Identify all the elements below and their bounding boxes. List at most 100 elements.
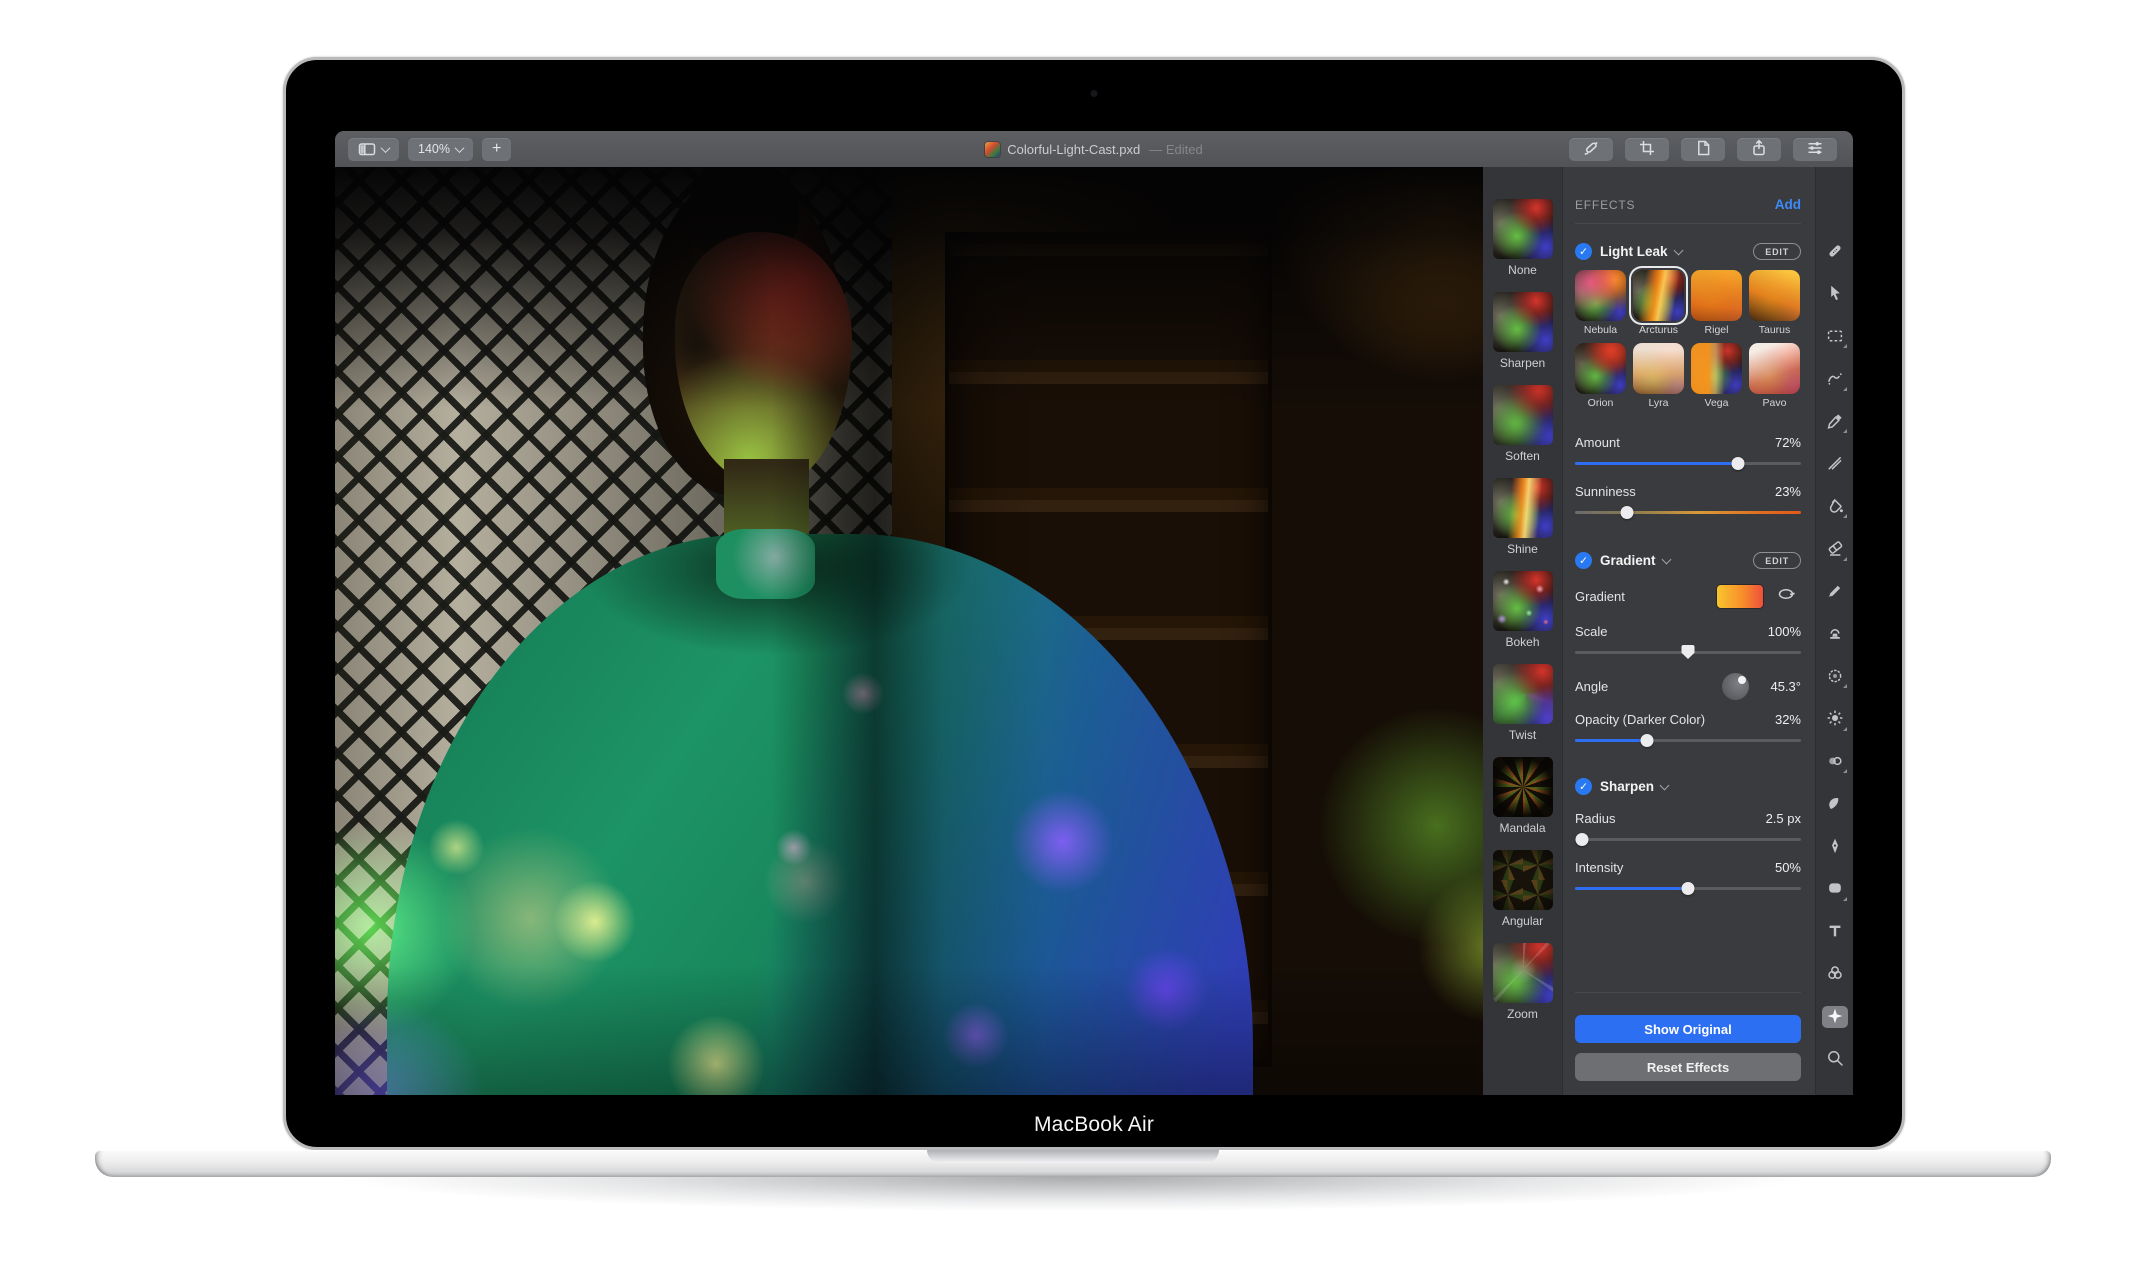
clone-icon <box>1826 624 1844 645</box>
preset-arcturus[interactable]: Arcturus <box>1633 270 1684 336</box>
slider-thumb[interactable] <box>1575 833 1589 846</box>
preset-nebula[interactable]: Nebula <box>1575 270 1626 336</box>
zoom-level-button[interactable]: 140% <box>408 137 473 161</box>
fill-tool[interactable] <box>1822 496 1848 518</box>
light-leak-title[interactable]: Light Leak <box>1600 244 1668 259</box>
pencil-tool[interactable] <box>1822 581 1848 603</box>
chevron-down-icon <box>1659 780 1670 790</box>
scale-label: Scale <box>1575 624 1608 639</box>
smudge-tool[interactable] <box>1822 794 1848 816</box>
macbook-air-device: 140% + Colorful-Light-Cast.pxd — Edited <box>0 0 2146 1280</box>
show-original-button[interactable]: Show Original <box>1575 1015 1801 1043</box>
new-document-button[interactable] <box>1681 137 1725 161</box>
sponge-icon <box>1826 752 1844 773</box>
zoom-tool[interactable] <box>1822 1049 1848 1071</box>
sunniness-slider[interactable] <box>1575 505 1801 519</box>
effect-thumbnail-none[interactable]: None <box>1492 199 1553 277</box>
sharpen-checkbox[interactable]: ✓ <box>1575 778 1592 795</box>
gradient-checkbox[interactable]: ✓ <box>1575 552 1592 569</box>
share-button[interactable] <box>1737 137 1781 161</box>
effect-thumbnail-bokeh[interactable]: Bokeh <box>1492 571 1553 649</box>
effect-thumbnail-twist[interactable]: Twist <box>1492 664 1553 742</box>
sharpen-section-header: ✓ Sharpen <box>1575 778 1801 795</box>
clone-tool[interactable] <box>1822 624 1848 646</box>
eraser-tool[interactable] <box>1822 539 1848 561</box>
effect-label: Bokeh <box>1505 635 1540 649</box>
effect-thumbnail-sharpen[interactable]: Sharpen <box>1492 292 1553 370</box>
intensity-value: 50% <box>1774 860 1801 875</box>
preset-taurus[interactable]: Taurus <box>1749 270 1800 336</box>
radius-label: Radius <box>1575 811 1616 826</box>
effect-preview <box>1492 478 1553 538</box>
photo-vignette <box>335 167 1483 1095</box>
effect-label: None <box>1508 263 1537 277</box>
angle-value: 45.3° <box>1770 679 1801 694</box>
pen-tool[interactable] <box>1822 836 1848 858</box>
gradient-swatch[interactable] <box>1717 585 1763 608</box>
sponge-tool[interactable] <box>1822 751 1848 773</box>
color-adjust-tool[interactable] <box>1822 964 1848 986</box>
document-status: — Edited <box>1149 141 1203 157</box>
quick-select-icon <box>1826 369 1844 390</box>
add-tab-button[interactable]: + <box>481 137 512 161</box>
toolbar-left-group: 140% + <box>335 137 512 161</box>
effects-tool[interactable] <box>1821 1006 1848 1028</box>
preset-pavo[interactable]: Pavo <box>1749 343 1800 409</box>
opacity-slider[interactable] <box>1575 733 1801 747</box>
scale-slider[interactable] <box>1575 645 1801 659</box>
effect-thumbnail-shine[interactable]: Shine <box>1492 478 1553 556</box>
slider-thumb[interactable] <box>1681 645 1695 659</box>
toolbar-right-group <box>1569 137 1853 161</box>
slider-thumb[interactable] <box>1620 506 1634 519</box>
quick-select-tool[interactable] <box>1822 369 1848 391</box>
preset-vega[interactable]: Vega <box>1691 343 1742 409</box>
intensity-slider[interactable] <box>1575 881 1801 895</box>
slice-tool[interactable] <box>1822 454 1848 476</box>
effect-thumbnail-mandala[interactable]: Mandala <box>1492 757 1553 835</box>
add-effect-button[interactable]: Add <box>1775 197 1801 212</box>
light-leak-edit-button[interactable]: EDIT <box>1753 243 1801 260</box>
base-shadow <box>170 1177 1976 1221</box>
preset-label: Nebula <box>1583 324 1618 336</box>
arrange-tool[interactable] <box>1822 284 1848 306</box>
slider-thumb[interactable] <box>1731 457 1745 470</box>
gradient-edit-button[interactable]: EDIT <box>1753 552 1801 569</box>
rect-select-tool[interactable] <box>1822 326 1848 348</box>
light-leak-checkbox[interactable]: ✓ <box>1575 243 1592 260</box>
gradient-title[interactable]: Gradient <box>1600 553 1656 568</box>
shape-tool[interactable] <box>1822 879 1848 901</box>
color-select-tool[interactable] <box>1822 411 1848 433</box>
view-options-button[interactable] <box>348 137 399 161</box>
adjustments-button[interactable] <box>1793 137 1837 161</box>
effects-panel: EFFECTS Add ✓ Light Leak EDIT Nebula Arc… <box>1563 167 1815 1095</box>
effect-thumbnail-zoom[interactable]: Zoom <box>1492 943 1553 1021</box>
effect-label: Mandala <box>1499 821 1546 835</box>
reset-effects-button[interactable]: Reset Effects <box>1575 1053 1801 1081</box>
lighten-tool[interactable] <box>1822 709 1848 731</box>
canvas[interactable] <box>335 167 1483 1095</box>
preset-preview <box>1575 343 1626 394</box>
preset-label: Orion <box>1587 397 1614 409</box>
radius-slider[interactable] <box>1575 832 1801 846</box>
type-tool[interactable] <box>1822 921 1848 943</box>
effect-thumbnail-soften[interactable]: Soften <box>1492 385 1553 463</box>
repair-tool[interactable] <box>1822 241 1848 263</box>
soften-tool[interactable] <box>1822 666 1848 688</box>
sharpen-title[interactable]: Sharpen <box>1600 779 1654 794</box>
intensity-label: Intensity <box>1575 860 1624 875</box>
amount-label: Amount <box>1575 435 1620 450</box>
angle-row: Angle 45.3° <box>1575 673 1801 700</box>
slider-thumb[interactable] <box>1681 882 1695 895</box>
preset-orion[interactable]: Orion <box>1575 343 1626 409</box>
annotate-button[interactable] <box>1569 137 1613 161</box>
preset-lyra[interactable]: Lyra <box>1633 343 1684 409</box>
effect-thumbnail-angular[interactable]: Angular <box>1492 850 1553 928</box>
angle-dial[interactable] <box>1722 673 1749 700</box>
preset-rigel[interactable]: Rigel <box>1691 270 1742 336</box>
gradient-loop-button[interactable] <box>1771 585 1801 608</box>
plus-icon: + <box>491 140 502 157</box>
effect-preview <box>1492 850 1553 910</box>
slider-thumb[interactable] <box>1640 734 1654 747</box>
crop-button[interactable] <box>1625 137 1669 161</box>
amount-slider[interactable] <box>1575 456 1801 470</box>
